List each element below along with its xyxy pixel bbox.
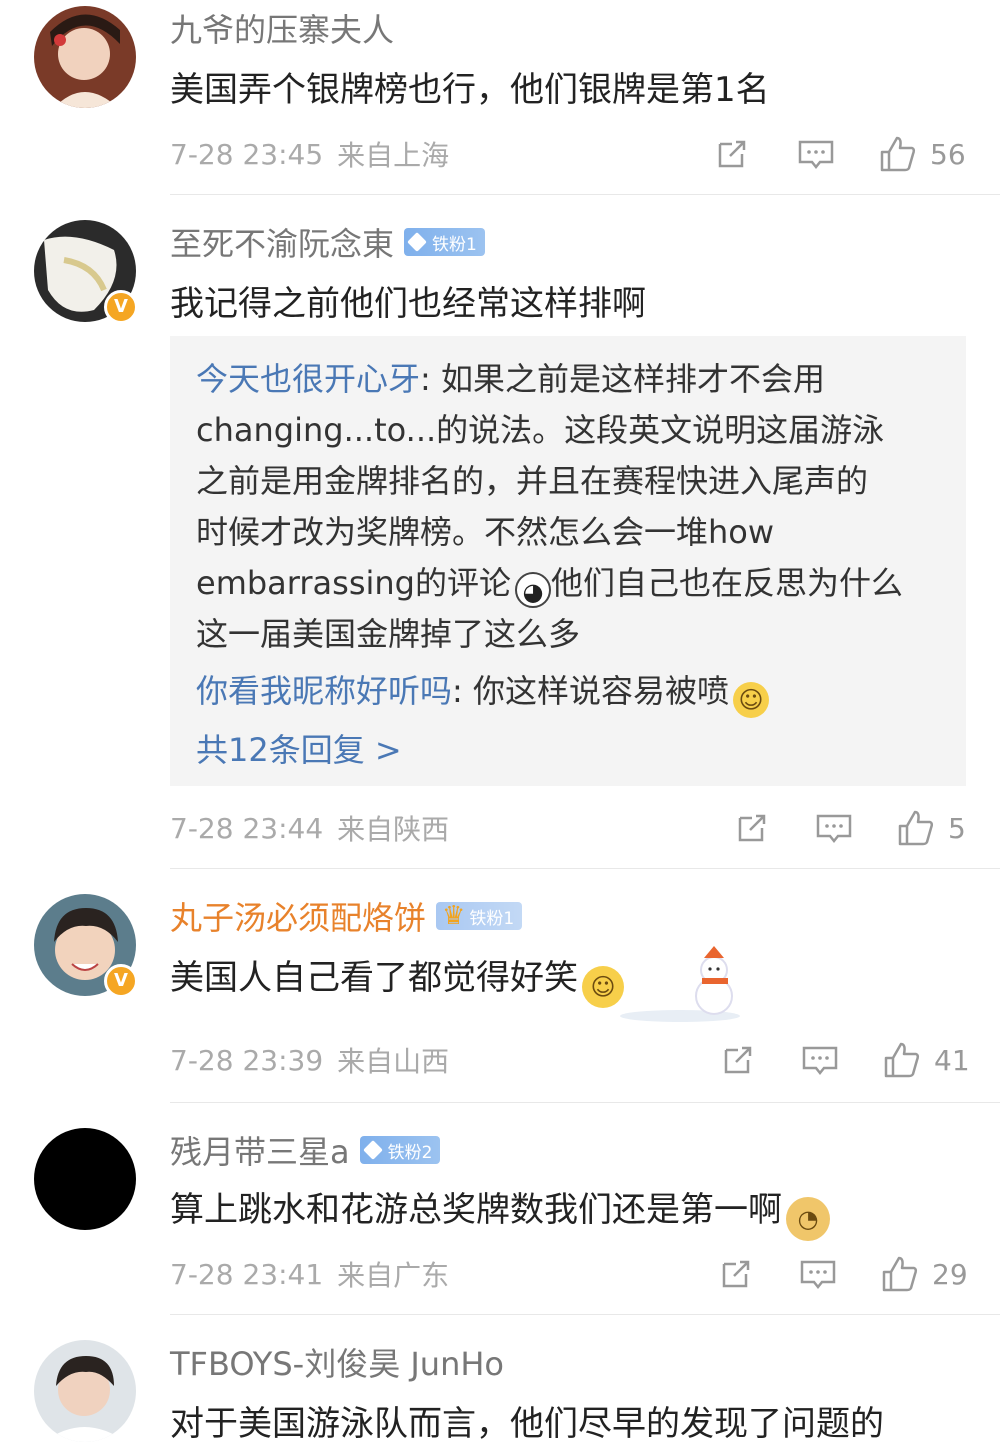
comment-feed: 九爷的压寨夫人 美国弄个银牌榜也行，他们银牌是第1名 7-28 23:45 来自… [0,0,1000,1452]
comment-icon[interactable] [800,1040,840,1080]
diamond-icon [362,1140,383,1160]
like-count: 56 [930,137,966,171]
comment-time: 7-28 23:41 [170,1257,324,1291]
divider [170,868,1000,869]
comment-text: 对于美国游泳队而言，他们尽早的发现了问题的 [170,1404,884,1444]
reply-text: embarrassing的评论 [196,564,511,602]
fan-badge-label: 铁粉1 [432,234,477,255]
username[interactable]: 至死不渝阮念東 [170,219,394,265]
divider [170,1314,1000,1315]
comment-text-body: 美国人自己看了都觉得好笑 [170,958,578,998]
reply-text: 时候才改为奖牌榜。不然怎么会一堆how [196,513,775,551]
crown-icon: ♛ [442,901,466,931]
reply-item: 你看我昵称好听吗: 你这样说容易被喷 ☺ [196,666,940,718]
comment-source: 来自陕西 [337,813,450,846]
avatar-image [34,1128,136,1230]
username[interactable]: 九爷的压寨夫人 [170,5,394,51]
reply-box[interactable]: 今天也很开心牙: 如果之前是这样排才不会用 changing...to...的说… [170,336,966,786]
reply-item: 今天也很开心牙: 如果之前是这样排才不会用 [196,354,940,405]
fan-badge: 铁粉2 [359,1136,441,1164]
comment-text: 算上跳水和花游总奖牌数我们还是第一啊 ◔ [170,1182,830,1241]
avatar[interactable]: V [34,894,138,998]
comment-text: 美国弄个银牌榜也行，他们银牌是第1名 [170,70,770,110]
username[interactable]: TFBOYS-刘俊昊 JunHo [170,1339,504,1385]
comment-icon[interactable] [814,808,854,848]
diamond-icon [407,232,427,252]
divider [170,1102,1000,1103]
avatar[interactable]: V [34,220,138,324]
doge-emoji-icon: ◔ [786,1197,830,1241]
view-more-replies-link[interactable]: 共12条回复 > [196,726,940,774]
like-icon[interactable] [878,134,918,174]
fan-badge: ♛ 铁粉1 [436,901,523,931]
divider [170,194,1000,195]
fan-badge-label: 铁粉2 [387,1142,433,1163]
verified-badge-icon: V [104,964,138,998]
username[interactable]: 丸子汤必须配烙饼 [170,893,426,939]
reply-username[interactable]: 今天也很开心牙 [196,360,420,398]
comment-source: 来自上海 [337,139,450,172]
like-icon[interactable] [896,808,936,848]
reply-text: 之前是用金牌排名的，并且在赛程快进入尾声的 [196,462,869,500]
share-icon[interactable] [732,808,772,848]
crying-laughing-emoji-icon: ☺ [732,682,769,718]
comment-icon[interactable] [798,1254,838,1294]
reply-username[interactable]: 你看我昵称好听吗 [196,672,452,710]
comment-time: 7-28 23:45 [170,137,324,171]
share-icon[interactable] [716,1254,756,1294]
avatar[interactable] [34,1128,136,1230]
share-icon[interactable] [718,1040,758,1080]
avatar-image [34,6,136,108]
fan-badge: 铁粉1 [404,228,485,256]
reply-text: : 如果之前是这样排才不会用 [420,360,825,398]
comment-time: 7-28 23:39 [170,1043,324,1077]
reply-text: : 你这样说容易被喷 [452,672,729,710]
username[interactable]: 残月带三星a [170,1127,350,1173]
comment-source: 来自山西 [337,1045,450,1078]
comment-text: 我记得之前他们也经常这样排啊 [170,284,646,324]
verified-badge-icon: V [104,290,138,324]
like-icon[interactable] [882,1040,922,1080]
avatar-image [34,1340,136,1442]
reply-text-line: embarrassing的评论 ◕ 他们自己也在反思为什么 [196,558,940,609]
like-count: 29 [932,1257,968,1291]
comment-time: 7-28 23:44 [170,811,324,845]
like-icon[interactable] [880,1254,920,1294]
reply-text: changing...to...的说法。这段英文说明这届游泳 [196,411,885,449]
reply-text: 他们自己也在反思为什么 [550,564,903,602]
like-count: 41 [934,1043,970,1077]
like-count: 5 [948,811,966,845]
comment-text-body: 算上跳水和花游总奖牌数我们还是第一啊 [170,1190,782,1230]
snowman-sticker-icon [620,946,740,1022]
fan-badge-label: 铁粉1 [469,908,515,929]
share-icon[interactable] [712,134,752,174]
comment-text: 美国人自己看了都觉得好笑 ☺ [170,950,624,1008]
comment-source: 来自广东 [337,1259,450,1292]
comment-icon[interactable] [796,134,836,174]
panda-emoji-icon: ◕ [514,572,551,608]
avatar[interactable] [34,1340,136,1442]
avatar[interactable] [34,6,136,108]
reply-text: 这一届美国金牌掉了这么多 [196,615,581,653]
